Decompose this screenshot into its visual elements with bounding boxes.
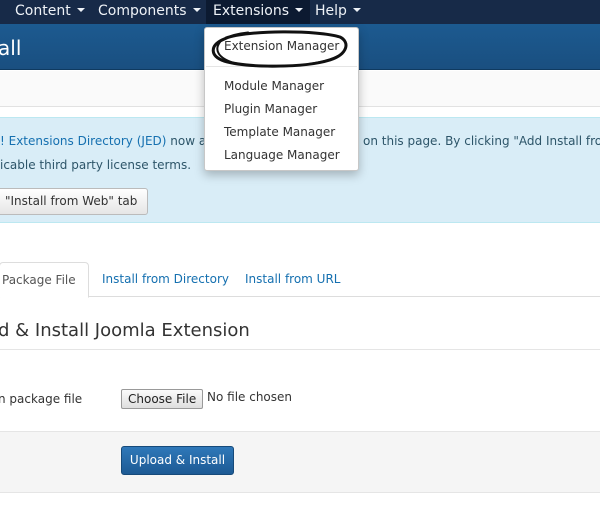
nav-extensions[interactable]: Extensions <box>206 0 311 24</box>
caret-down-icon <box>76 8 85 12</box>
alert-line-1: ! Extensions Directory (JED) now ava <box>0 134 221 148</box>
package-file-label: n package file <box>0 392 83 406</box>
tab-install-from-directory[interactable]: Install from Directory <box>102 262 229 297</box>
install-tabs: Package File Install from Directory Inst… <box>0 262 600 298</box>
caret-down-icon <box>192 8 201 12</box>
form-actions <box>0 431 600 493</box>
nav-extensions-label: Extensions <box>213 3 290 19</box>
caret-down-icon <box>352 8 361 12</box>
add-install-from-web-button[interactable]: "Install from Web" tab <box>0 188 149 215</box>
tab-install-from-url-label: Install from URL <box>245 272 341 286</box>
menu-item-language-manager[interactable]: Language Manager <box>224 148 340 162</box>
nav-components-label: Components <box>98 3 187 19</box>
caret-down-icon <box>295 8 304 12</box>
tab-install-from-directory-label: Install from Directory <box>102 272 229 286</box>
no-file-chosen-text: No file chosen <box>207 390 293 404</box>
menu-item-module-manager[interactable]: Module Manager <box>224 79 324 93</box>
nav-components[interactable]: Components <box>91 0 208 24</box>
nav-help-label: Help <box>315 3 347 19</box>
alert-text-2: icable third party license terms. <box>0 158 192 172</box>
tab-package-file[interactable]: Package File <box>0 262 89 298</box>
top-navbar: Content Components Extensions Help <box>0 0 600 24</box>
alert-text-b: on this page. By clicking "Add Install f… <box>363 134 600 148</box>
nav-help[interactable]: Help <box>308 0 368 24</box>
choose-file-button[interactable]: Choose File <box>121 389 204 409</box>
panel-heading: d & Install Joomla Extension <box>0 320 250 341</box>
panel-divider <box>0 349 600 350</box>
alert-line-1-continued: on this page. By clicking "Add Install f… <box>363 134 600 148</box>
alert-line-2: icable third party license terms. <box>0 158 191 172</box>
upload-install-button[interactable]: Upload & Install <box>121 446 234 475</box>
hand-drawn-circle-annotation <box>211 30 348 68</box>
menu-item-plugin-manager[interactable]: Plugin Manager <box>224 102 317 116</box>
tab-package-file-label: Package File <box>2 273 76 287</box>
tab-install-from-url[interactable]: Install from URL <box>245 262 340 297</box>
nav-content-label: Content <box>15 3 71 19</box>
page-title: all <box>0 36 22 60</box>
menu-item-template-manager[interactable]: Template Manager <box>224 125 335 139</box>
nav-content[interactable]: Content <box>8 0 92 24</box>
jed-link[interactable]: ! Extensions Directory (JED) <box>0 134 166 148</box>
